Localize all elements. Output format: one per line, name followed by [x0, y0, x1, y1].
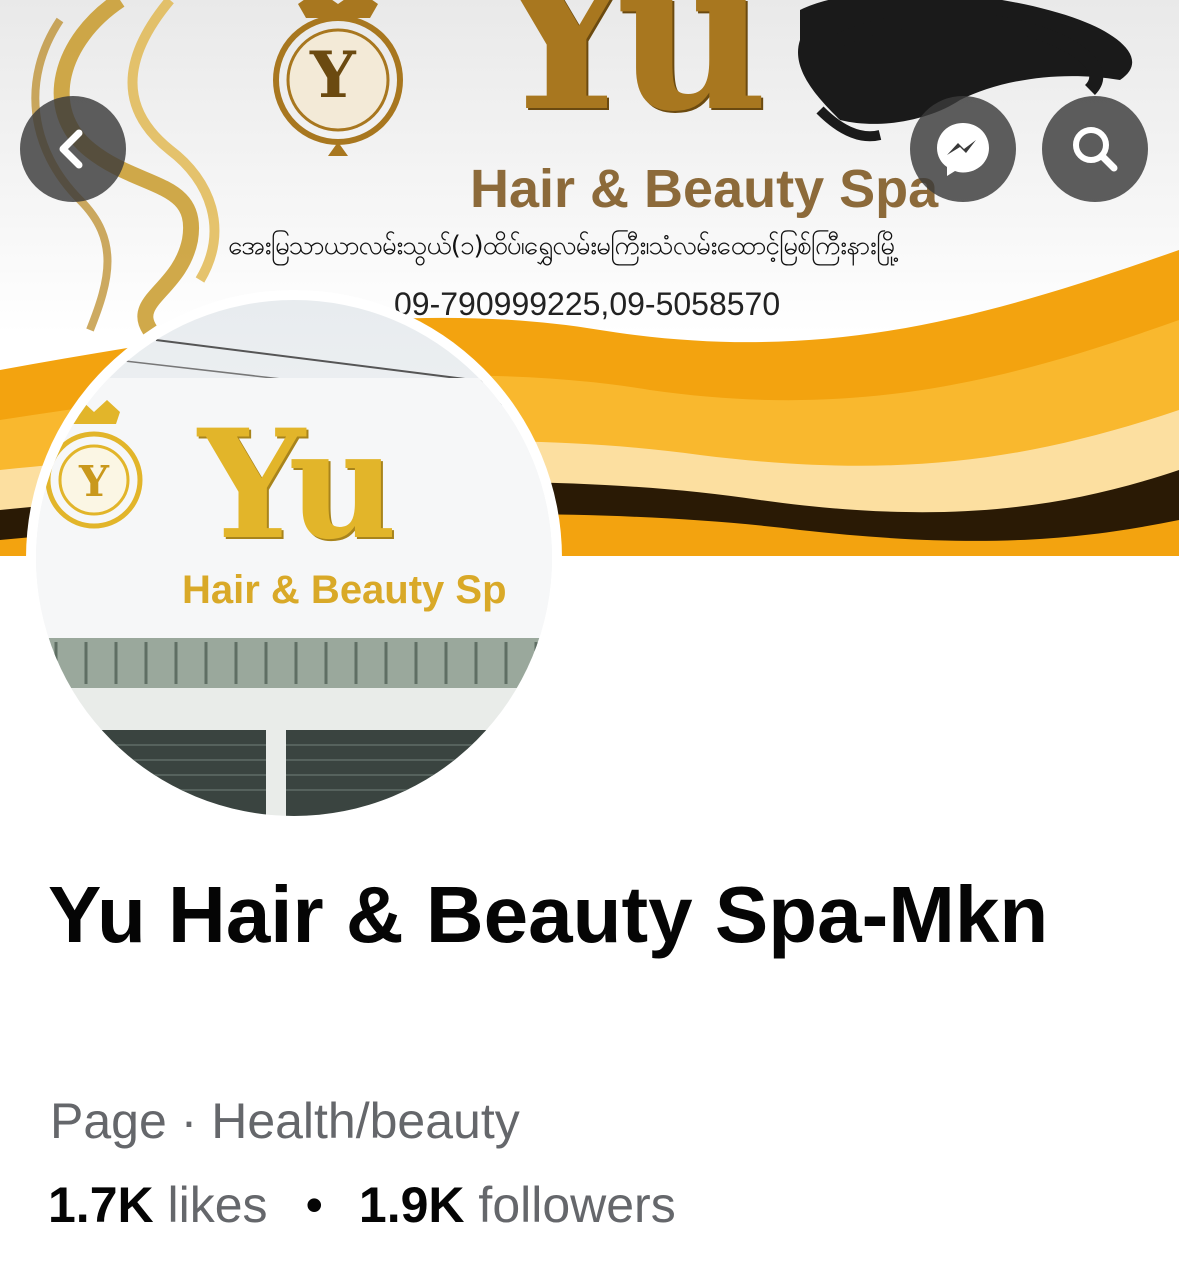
cover-brand-word: Yu: [490, 0, 768, 158]
search-icon: [1073, 127, 1118, 172]
cover-emblem-letter: Y: [310, 38, 356, 113]
search-button[interactable]: [1042, 96, 1148, 202]
cover-address: အေးမြသာယာလမ်းသွယ်(၁)ထိပ်၊ရွှေလမ်းမကြီး၊သ…: [228, 231, 899, 261]
avatar-brand-word: Yu: [198, 397, 397, 573]
page-category: Page · Health/beauty: [50, 1093, 520, 1149]
stats-separator: •: [305, 1177, 323, 1233]
profile-picture-image: Y Yu Hair & Beauty Sp: [36, 300, 552, 816]
followers-count[interactable]: 1.9K: [359, 1177, 465, 1233]
likes-label[interactable]: likes: [168, 1177, 268, 1233]
page-stats: 1.7K likes • 1.9K followers: [48, 1176, 676, 1234]
avatar-brand-subtitle: Hair & Beauty Sp: [182, 568, 507, 612]
back-button[interactable]: [20, 96, 126, 202]
likes-count[interactable]: 1.7K: [48, 1177, 154, 1233]
messenger-icon: [937, 123, 989, 176]
chevron-left-icon: [59, 129, 83, 169]
profile-picture[interactable]: Y Yu Hair & Beauty Sp: [26, 290, 562, 826]
page-profile: Y Yu Hair & Beauty Spa အေးမြသာယာလမ်းသွယ်…: [0, 0, 1179, 1261]
messenger-button[interactable]: [910, 96, 1016, 202]
page-title: Yu Hair & Beauty Spa-Mkn: [48, 870, 1049, 959]
cover-brand-subtitle: Hair & Beauty Spa: [470, 159, 939, 219]
followers-label[interactable]: followers: [478, 1177, 675, 1233]
svg-text:Y: Y: [78, 457, 110, 506]
